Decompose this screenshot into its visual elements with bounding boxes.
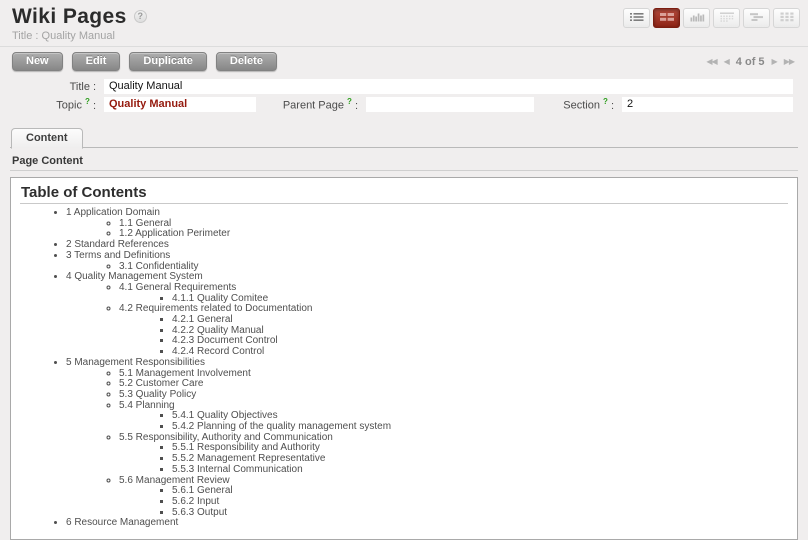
toc: 1 Application Domain1.1 General1.2 Appli… — [20, 208, 788, 529]
toc-item: 4.2 Requirements related to Documentatio… — [119, 304, 788, 358]
toc-item: 5.1 Management Involvement — [119, 369, 788, 380]
toc-item: 4.2.1 General — [172, 315, 788, 326]
topic-help-icon[interactable]: ? — [85, 97, 90, 106]
form-area: Title: Quality Manual Topic ?: Quality M… — [0, 76, 808, 121]
toc-item: 5.6.1 General — [172, 486, 788, 497]
header: Wiki Pages? Title : Quality Manual — [0, 0, 808, 42]
content-title-rule — [20, 203, 788, 204]
toc-item: 5.6.3 Output — [172, 508, 788, 519]
duplicate-button[interactable]: Duplicate — [129, 52, 207, 71]
section-field-label: Section ?: — [544, 97, 616, 112]
toc-item: 5.6.2 Input — [172, 497, 788, 508]
help-badge[interactable]: ? — [134, 10, 147, 23]
toc-item: 5.5.2 Management Representative — [172, 454, 788, 465]
page-content-box: Table of Contents 1 Application Domain1.… — [10, 177, 798, 540]
parent-page-field-label: Parent Page ?: — [268, 97, 360, 112]
record-subtitle: Title : Quality Manual — [12, 30, 147, 42]
title-field[interactable]: Quality Manual — [104, 79, 793, 94]
graph-view-icon — [689, 11, 705, 26]
toc-item: 3 Terms and Definitions3.1 Confidentiali… — [66, 251, 788, 272]
toc-item: 4.1 General Requirements4.1.1 Quality Co… — [119, 283, 788, 304]
delete-button[interactable]: Delete — [216, 52, 277, 71]
toolbar: New Edit Duplicate Delete ◀◀ ◀ 4 of 5 ▶ … — [0, 47, 808, 76]
pager-previous-icon[interactable]: ◀ — [724, 57, 729, 66]
view-switch-calendar[interactable] — [713, 8, 740, 28]
toc-item: 4 Quality Management System4.1 General R… — [66, 272, 788, 358]
pager-next-icon[interactable]: ▶ — [772, 57, 777, 66]
calendar-view-icon — [719, 11, 735, 26]
page-content-separator — [10, 170, 798, 171]
toc-item: 1 Application Domain1.1 General1.2 Appli… — [66, 208, 788, 240]
toc-item: 4.2.3 Document Control — [172, 336, 788, 347]
view-switch-kanban[interactable] — [773, 8, 800, 28]
toc-item: 2 Standard References — [66, 240, 788, 251]
toc-item: 5 Management Responsibilities5.1 Managem… — [66, 358, 788, 519]
pager-count: 4 of 5 — [736, 56, 765, 68]
notebook-tabs: Content — [10, 127, 798, 148]
section-field[interactable]: 2 — [622, 97, 793, 112]
toc-item: 5.6 Management Review5.6.1 General5.6.2 … — [119, 476, 788, 519]
toc-item: 5.3 Quality Policy — [119, 390, 788, 401]
topic-field-label: Topic ?: — [0, 97, 98, 112]
toc-item: 1.2 Application Perimeter — [119, 229, 788, 240]
form-view-icon — [659, 11, 675, 26]
toc-item: 5.2 Customer Care — [119, 379, 788, 390]
page-content-label: Page Content — [12, 155, 808, 167]
parent-page-field[interactable] — [366, 97, 534, 112]
page-title: Wiki Pages — [12, 5, 127, 28]
record-pager: ◀◀ ◀ 4 of 5 ▶ ▶▶ — [706, 56, 794, 68]
view-switch-graph[interactable] — [683, 8, 710, 28]
toc-item: 5.4 Planning5.4.1 Quality Objectives5.4.… — [119, 401, 788, 433]
topic-field[interactable]: Quality Manual — [104, 97, 256, 112]
edit-button[interactable]: Edit — [72, 52, 121, 71]
view-switch-gantt[interactable] — [743, 8, 770, 28]
toc-item: 5.5 Responsibility, Authority and Commun… — [119, 433, 788, 476]
kanban-view-icon — [779, 11, 795, 26]
title-field-label: Title: — [0, 81, 98, 93]
list-view-icon — [629, 11, 645, 26]
new-button[interactable]: New — [12, 52, 63, 71]
view-switch-list[interactable] — [623, 8, 650, 28]
content-title: Table of Contents — [21, 184, 788, 201]
parent-page-help-icon[interactable]: ? — [347, 97, 352, 106]
toc-item: 5.5.3 Internal Communication — [172, 465, 788, 476]
pager-last-icon[interactable]: ▶▶ — [784, 57, 794, 66]
view-switcher — [623, 8, 800, 42]
toc-item: 6 Resource Management — [66, 518, 788, 529]
toc-item: 3.1 Confidentiality — [119, 262, 788, 273]
toc-item: 4.2.4 Record Control — [172, 347, 788, 358]
pager-first-icon[interactable]: ◀◀ — [706, 57, 716, 66]
gantt-view-icon — [749, 11, 765, 26]
view-switch-form[interactable] — [653, 8, 680, 28]
section-help-icon[interactable]: ? — [603, 97, 608, 106]
tab-content[interactable]: Content — [11, 128, 83, 149]
